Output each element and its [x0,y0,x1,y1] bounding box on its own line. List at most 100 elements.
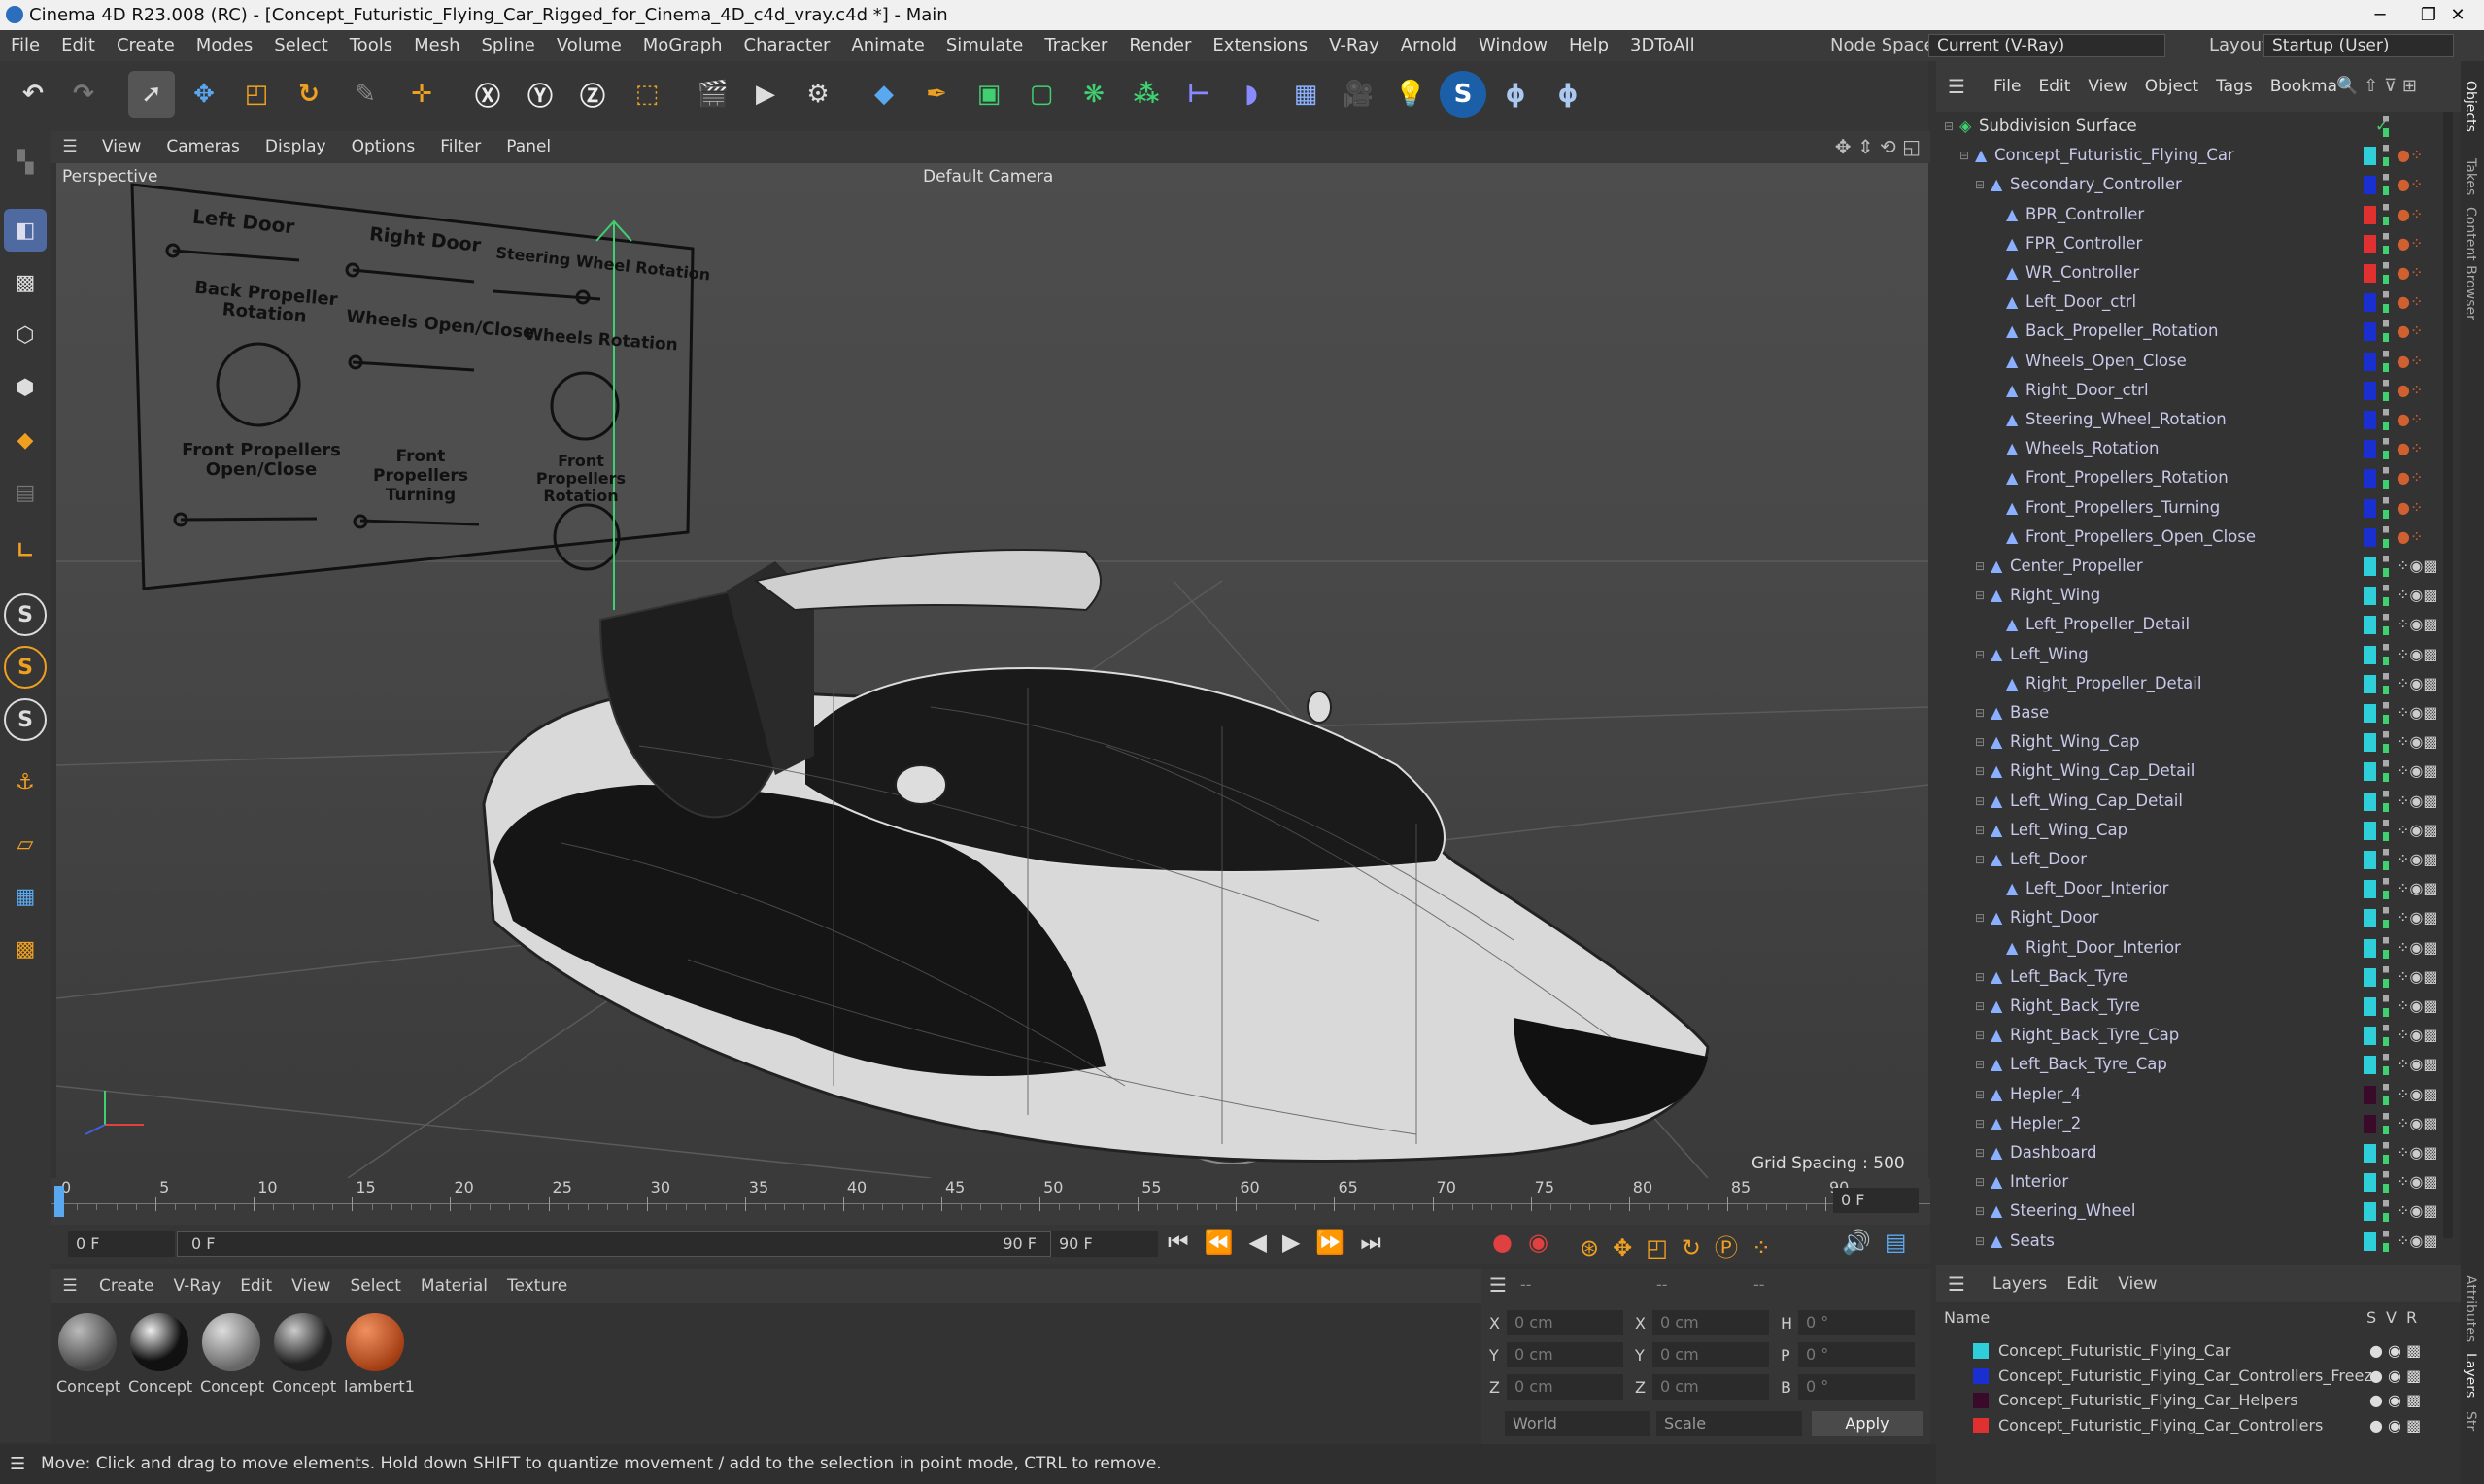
tag-icons[interactable]: ⁘◉▩ [2397,1021,2437,1050]
object-row[interactable]: ⊟ ▲ Base ⁘◉▩ [1936,698,2441,727]
tag-icons[interactable]: ⁘◉▩ [2397,581,2437,610]
timeline-icons[interactable]: 🔊▤ [1842,1229,1921,1256]
tag-icons[interactable]: ⁘◉▩ [2397,933,2437,962]
layer-menu-edit[interactable]: Edit [2057,1265,2108,1302]
axis-mode-icon[interactable]: ∟ [4,529,47,572]
visibility-dots-icon[interactable] [2383,174,2389,196]
layer-color-swatch[interactable] [2364,1114,2376,1133]
layout-dropdown[interactable]: Startup (User) [2263,34,2454,57]
object-row[interactable]: ⊟ ▲ Seats ⁘◉▩ [1936,1227,2441,1256]
layer-menu-view[interactable]: View [2108,1265,2166,1302]
menu-character[interactable]: Character [733,30,841,61]
layer-color-swatch[interactable] [2364,645,2376,664]
visibility-dots-icon[interactable] [2383,350,2389,372]
visibility-dots-icon[interactable] [2383,409,2389,430]
tag-icons[interactable]: ⁘◉▩ [2397,727,2437,757]
rot-h-field[interactable]: 0 ° [1798,1310,1915,1335]
layer-flags-icons[interactable]: ● ◉ ▩ [2369,1414,2421,1437]
layer-row[interactable]: Concept_Futuristic_Flying_Car ● ◉ ▩ [1936,1339,2461,1363]
scale-tool-icon[interactable]: ◰ [233,71,280,118]
rot-b-field[interactable]: 0 ° [1798,1374,1915,1400]
expand-toggle-icon[interactable]: ⊟ [1975,903,1985,932]
object-row[interactable]: ⊟ ▲ Left_Door ⁘◉▩ [1936,845,2441,874]
layer-color-swatch[interactable] [2364,967,2376,987]
object-row[interactable]: ▲ FPR_Controller ●⁘ [1936,229,2441,258]
tag-icons[interactable]: ⁘◉▩ [2397,845,2437,874]
tag-icons[interactable]: ●⁘ [2397,141,2423,170]
select-tool-icon[interactable]: ➚ [128,71,175,118]
menu-simulate[interactable]: Simulate [936,30,1035,61]
transform-tool-icon[interactable]: ✛ [398,71,445,118]
visibility-dots-icon[interactable] [2383,116,2389,137]
scale-mode-dropdown[interactable]: Scale [1656,1411,1802,1436]
uv-mode-icon[interactable]: ▤ [4,471,47,514]
y-axis-lock-icon[interactable]: Ⓨ [517,71,563,118]
mograph-cloner-icon[interactable]: ❋ [1071,71,1117,118]
end-frame-field[interactable]: 90 F [1051,1231,1158,1257]
pos-y-field[interactable]: 0 cm [1507,1342,1623,1367]
object-row[interactable]: ▲ Front_Propellers_Open_Close ●⁘ [1936,523,2441,552]
visibility-dots-icon[interactable] [2383,672,2389,694]
layer-color-swatch[interactable] [2364,733,2376,753]
layer-color-swatch[interactable] [2364,1202,2376,1222]
visibility-dots-icon[interactable] [2383,496,2389,519]
tag-icons[interactable]: ⁘◉▩ [2397,787,2437,816]
layer-color-swatch[interactable] [2364,527,2376,547]
object-row[interactable]: ⊟ ▲ Left_Back_Tyre_Cap ⁘◉▩ [1936,1050,2441,1079]
layer-color-swatch[interactable] [2364,440,2376,459]
expand-toggle-icon[interactable]: ⊟ [1975,1227,1985,1256]
render-region-icon[interactable]: 🎬 [690,71,736,118]
menu-spline[interactable]: Spline [470,30,545,61]
object-menu-object[interactable]: Object [2136,61,2207,112]
tab-structure[interactable]: Str [2463,1411,2478,1431]
redo-icon[interactable]: ↷ [60,71,107,118]
menu-create[interactable]: Create [106,30,186,61]
layer-color-swatch[interactable] [2364,1144,2376,1163]
object-menu-tags[interactable]: Tags [2207,61,2262,112]
apply-button[interactable]: Apply [1812,1411,1923,1436]
object-row[interactable]: ⊟ ▲ Right_Wing_Cap ⁘◉▩ [1936,727,2441,757]
visibility-dots-icon[interactable] [2383,643,2389,665]
tag-icons[interactable]: ⁘◉▩ [2397,903,2437,932]
material-thumb[interactable]: Concept [128,1313,192,1420]
layer-color-swatch[interactable] [2364,147,2376,166]
visibility-dots-icon[interactable] [2383,585,2389,607]
lock-workplane-icon[interactable]: ▦ [4,875,47,918]
layer-color-swatch[interactable] [2364,851,2376,869]
size-z-field[interactable]: 0 cm [1652,1374,1769,1400]
tag-icons[interactable]: ●⁘ [2397,493,2423,523]
layer-color-swatch[interactable] [2364,587,2376,606]
field-icon[interactable]: ◗ [1228,71,1275,118]
visibility-dots-icon[interactable] [2383,614,2389,636]
menu-file[interactable]: File [0,30,51,61]
pos-z-field[interactable]: 0 cm [1507,1374,1623,1400]
floor-icon[interactable]: ▦ [1282,71,1329,118]
tab-takes[interactable]: Takes [2463,158,2478,195]
material-menu-create[interactable]: Create [89,1269,164,1303]
close-button[interactable]: ✕ [2429,0,2484,30]
object-row[interactable]: ▲ Wheels_Rotation ●⁘ [1936,434,2441,463]
visibility-dots-icon[interactable] [2383,232,2389,254]
expand-toggle-icon[interactable]: ⊟ [1975,1197,1985,1226]
object-menu-view[interactable]: View [2079,61,2135,112]
tag-icons[interactable]: ⁘◉▩ [2397,610,2437,639]
layer-color-swatch[interactable] [2364,234,2376,253]
object-scrollbar[interactable] [2443,112,2453,1238]
expand-toggle-icon[interactable]: ⊟ [1975,581,1985,610]
cube-primitive-icon[interactable]: ◆ [861,71,907,118]
tab-layers[interactable]: Layers [2463,1353,2478,1398]
material-menu-vray[interactable]: V-Ray [164,1269,231,1303]
visibility-dots-icon[interactable] [2383,849,2389,870]
tag-icons[interactable]: ⁘◉▩ [2397,874,2437,903]
object-row[interactable]: ▲ Wheels_Open_Close ●⁘ [1936,347,2441,376]
object-row[interactable]: ⊟ ▲ Hepler_2 ⁘◉▩ [1936,1109,2441,1138]
extrude-icon[interactable]: ▢ [1018,71,1065,118]
tag-icons[interactable]: ●⁘ [2397,317,2423,346]
tag-icons[interactable]: ●⁘ [2397,258,2423,287]
object-row[interactable]: ⊟ ▲ Dashboard ⁘◉▩ [1936,1138,2441,1167]
python-script-icon[interactable]: ϕ [1545,71,1591,118]
tab-content-browser[interactable]: Content Browser [2463,207,2478,320]
menu-tools[interactable]: Tools [339,30,403,61]
menu-edit[interactable]: Edit [51,30,106,61]
snap-s-white-icon[interactable]: S [4,698,47,741]
